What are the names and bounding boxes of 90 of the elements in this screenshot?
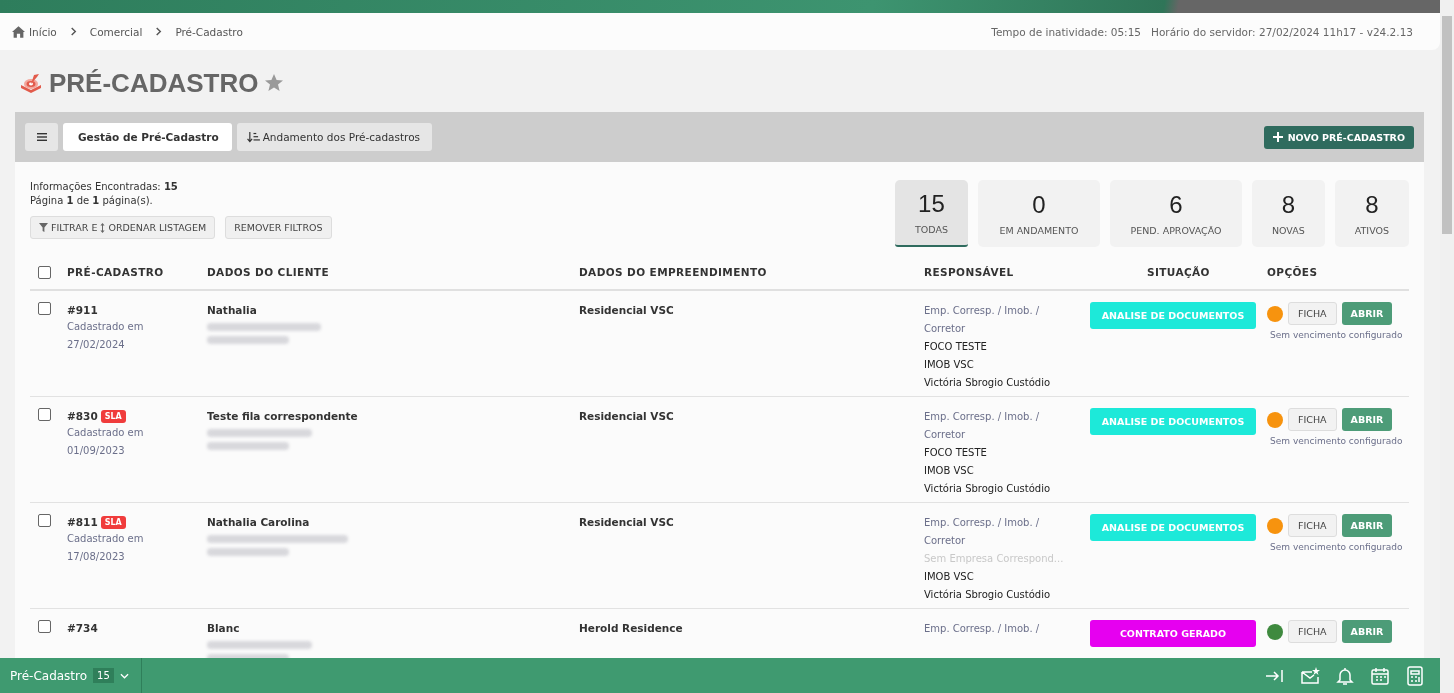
column-header: PRÉ-CADASTRO bbox=[67, 265, 164, 278]
bell-icon[interactable] bbox=[1335, 665, 1355, 686]
client-name: Nathalia bbox=[207, 303, 258, 318]
record-id: #811 bbox=[67, 516, 98, 528]
mail-star-icon[interactable] bbox=[1300, 665, 1320, 686]
client-name: Nathalia Carolina bbox=[207, 515, 311, 530]
responsible-name: IMOB VSC bbox=[924, 570, 975, 584]
responsible-name: Victória Sbrogio Custódio bbox=[924, 588, 1052, 602]
plus-icon bbox=[1272, 132, 1283, 142]
calendar-icon[interactable] bbox=[1370, 665, 1390, 686]
due-note: Sem vencimento configurado bbox=[1270, 542, 1404, 552]
registered-date: 01/09/2023 bbox=[67, 444, 126, 458]
filter-button[interactable]: FILTRAR E ORDENAR LISTAGEM bbox=[30, 216, 216, 239]
breadcrumb-link[interactable]: Comercial bbox=[89, 25, 143, 38]
star-icon[interactable] bbox=[264, 73, 285, 93]
breadcrumb-link[interactable]: Pré-Cadastro bbox=[175, 25, 243, 38]
responsible-name: IMOB VSC bbox=[924, 358, 975, 372]
column-header: DADOS DO EMPREENDIMENTO bbox=[579, 265, 767, 278]
sort-arrows-icon bbox=[100, 222, 106, 233]
due-note: Sem vencimento configurado bbox=[1270, 436, 1404, 446]
record-id: #830 bbox=[67, 410, 98, 422]
status-tag: ANALISE DE DOCUMENTOS bbox=[1090, 408, 1256, 435]
new-button[interactable]: NOVO PRÉ-CADASTRO bbox=[1263, 125, 1414, 149]
due-note: Sem vencimento configurado bbox=[1270, 330, 1404, 340]
results-count: Informações Encontradas: 15 bbox=[30, 180, 179, 194]
responsible-name: Victória Sbrogio Custódio bbox=[924, 482, 1052, 496]
responsible-name: FOCO TESTE bbox=[924, 340, 988, 354]
status-counter[interactable]: 15 TODAS bbox=[894, 180, 968, 247]
record-button[interactable]: FICHA bbox=[1288, 408, 1337, 431]
registered-label: Cadastrado em bbox=[67, 426, 145, 440]
row-checkbox[interactable] bbox=[38, 408, 51, 421]
funnel-icon bbox=[39, 223, 48, 232]
responsible-label: Emp. Corresp. / Imob. / Corretor bbox=[924, 516, 1041, 548]
row-checkbox[interactable] bbox=[38, 514, 51, 527]
status-counter[interactable]: 8 ATIVOS bbox=[1334, 180, 1409, 247]
server-time: Horário do servidor: 27/02/2024 11h17 - v24.2.13 bbox=[1151, 25, 1413, 38]
tab[interactable]: Andamento dos Pré-cadastros bbox=[236, 123, 433, 151]
responsible-label: Emp. Corresp. / Imob. / Corretor bbox=[924, 304, 1041, 336]
client-name: Teste fila correspondente bbox=[207, 409, 359, 424]
record-button[interactable]: FICHA bbox=[1288, 514, 1337, 537]
row-checkbox[interactable] bbox=[38, 620, 51, 633]
sort-icon bbox=[246, 131, 260, 143]
status-counter[interactable]: 8 NOVAS bbox=[1251, 180, 1325, 247]
record-button[interactable]: FICHA bbox=[1288, 302, 1337, 325]
project-name: Residencial VSC bbox=[579, 409, 675, 424]
responsible-name: IMOB VSC bbox=[924, 464, 975, 478]
registered-label: Cadastrado em bbox=[67, 532, 145, 546]
project-name: Herold Residence bbox=[579, 621, 684, 636]
calculator-icon[interactable] bbox=[1405, 665, 1425, 686]
record-button[interactable]: FICHA bbox=[1288, 620, 1337, 643]
registered-date: 17/08/2023 bbox=[67, 550, 126, 564]
home-icon bbox=[12, 25, 25, 38]
chevron-right-icon bbox=[68, 26, 78, 37]
status-tag: ANALISE DE DOCUMENTOS bbox=[1090, 302, 1256, 329]
page-title: PRÉ-CADASTRO bbox=[49, 67, 259, 99]
column-header: OPÇÕES bbox=[1267, 265, 1318, 278]
registered-label: Cadastrado em bbox=[67, 320, 145, 334]
record-id: #911 bbox=[67, 304, 98, 316]
status-tag: CONTRATO GERADO bbox=[1090, 620, 1256, 647]
client-name: Blanc bbox=[207, 621, 241, 636]
status-counter[interactable]: 6 PEND. APROVAÇÃO bbox=[1109, 180, 1242, 247]
sla-badge: SLA bbox=[100, 515, 126, 529]
page-info: Página 1 de 1 página(s). bbox=[30, 194, 154, 208]
menu-button[interactable] bbox=[25, 123, 58, 151]
responsible-name: FOCO TESTE bbox=[924, 446, 988, 460]
status-counter[interactable]: 0 EM ANDAMENTO bbox=[977, 180, 1100, 247]
tab[interactable]: Gestão de Pré-Cadastro bbox=[63, 123, 232, 151]
breadcrumb-link[interactable]: Início bbox=[12, 25, 57, 38]
caret-icon bbox=[119, 672, 129, 679]
responsible-name: Victória Sbrogio Custódio bbox=[924, 376, 1052, 390]
column-header: SITUAÇÃO bbox=[1147, 265, 1210, 278]
idle-time: Tempo de inatividade: 05:15 bbox=[991, 25, 1142, 38]
select-all-checkbox[interactable] bbox=[38, 265, 51, 279]
project-name: Residencial VSC bbox=[579, 515, 675, 530]
record-id: #734 bbox=[67, 622, 98, 634]
registered-date: 27/02/2024 bbox=[67, 338, 126, 352]
target-icon bbox=[19, 72, 43, 94]
status-tag: ANALISE DE DOCUMENTOS bbox=[1090, 514, 1256, 541]
menu-icon bbox=[36, 133, 47, 141]
row-checkbox[interactable] bbox=[38, 302, 51, 315]
project-name: Residencial VSC bbox=[579, 303, 675, 318]
chevron-right-icon bbox=[154, 26, 164, 37]
remove-filters-button[interactable]: REMOVER FILTROS bbox=[225, 216, 332, 239]
footer-tab[interactable]: Pré-Cadastro 15 bbox=[0, 658, 142, 693]
count-badge: 15 bbox=[93, 668, 114, 683]
sla-badge: SLA bbox=[100, 409, 126, 423]
column-header: RESPONSÁVEL bbox=[924, 265, 1014, 278]
responsible-label: Emp. Corresp. / Imob. / bbox=[924, 622, 1041, 636]
column-header: DADOS DO CLIENTE bbox=[207, 265, 329, 278]
responsible-label: Emp. Corresp. / Imob. / Corretor bbox=[924, 410, 1041, 442]
